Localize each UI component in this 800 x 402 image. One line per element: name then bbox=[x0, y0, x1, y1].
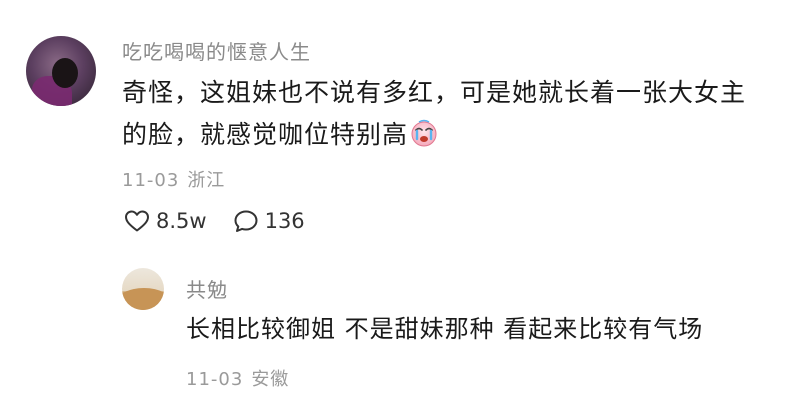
reply-content: 长相比较御姐 不是甜妹那种 看起来比较有气场 bbox=[186, 315, 704, 343]
reply-location: 安徽 bbox=[251, 369, 290, 390]
comment-content-line: 奇怪，这姐妹也不说有多红，可是她就长着一张大女主 bbox=[122, 78, 747, 107]
comment-bubble-icon bbox=[234, 210, 258, 232]
comment-content-line: 的脸，就感觉咖位特别高 bbox=[122, 114, 772, 156]
comment-username[interactable]: 吃吃喝喝的惬意人生 bbox=[122, 36, 311, 65]
avatar[interactable] bbox=[26, 36, 96, 106]
reply-date: 11-03 bbox=[186, 369, 244, 390]
avatar-face bbox=[52, 58, 78, 88]
reply-meta: 11-03 安徽 bbox=[186, 365, 289, 391]
comment-meta: 11-03 浙江 bbox=[122, 166, 225, 192]
like-count: 8.5w bbox=[156, 209, 207, 233]
comment-actions: 8.5w 136 bbox=[124, 209, 331, 233]
reply-username[interactable]: 共勉 bbox=[186, 274, 228, 303]
reply-avatar[interactable] bbox=[122, 268, 164, 310]
reply-button[interactable]: 136 bbox=[233, 209, 305, 233]
heart-icon bbox=[125, 210, 149, 232]
comment-content-text: 的脸，就感觉咖位特别高 bbox=[122, 120, 409, 149]
reply-avatar-hill bbox=[122, 288, 164, 310]
comment-date: 11-03 bbox=[122, 170, 180, 191]
comment-location: 浙江 bbox=[187, 170, 226, 191]
reply-count: 136 bbox=[264, 209, 305, 233]
crying-face-icon bbox=[411, 119, 437, 147]
comment-content: 奇怪，这姐妹也不说有多红，可是她就长着一张大女主 的脸，就感觉咖位特别高 bbox=[122, 72, 772, 156]
like-button[interactable]: 8.5w bbox=[124, 209, 207, 233]
